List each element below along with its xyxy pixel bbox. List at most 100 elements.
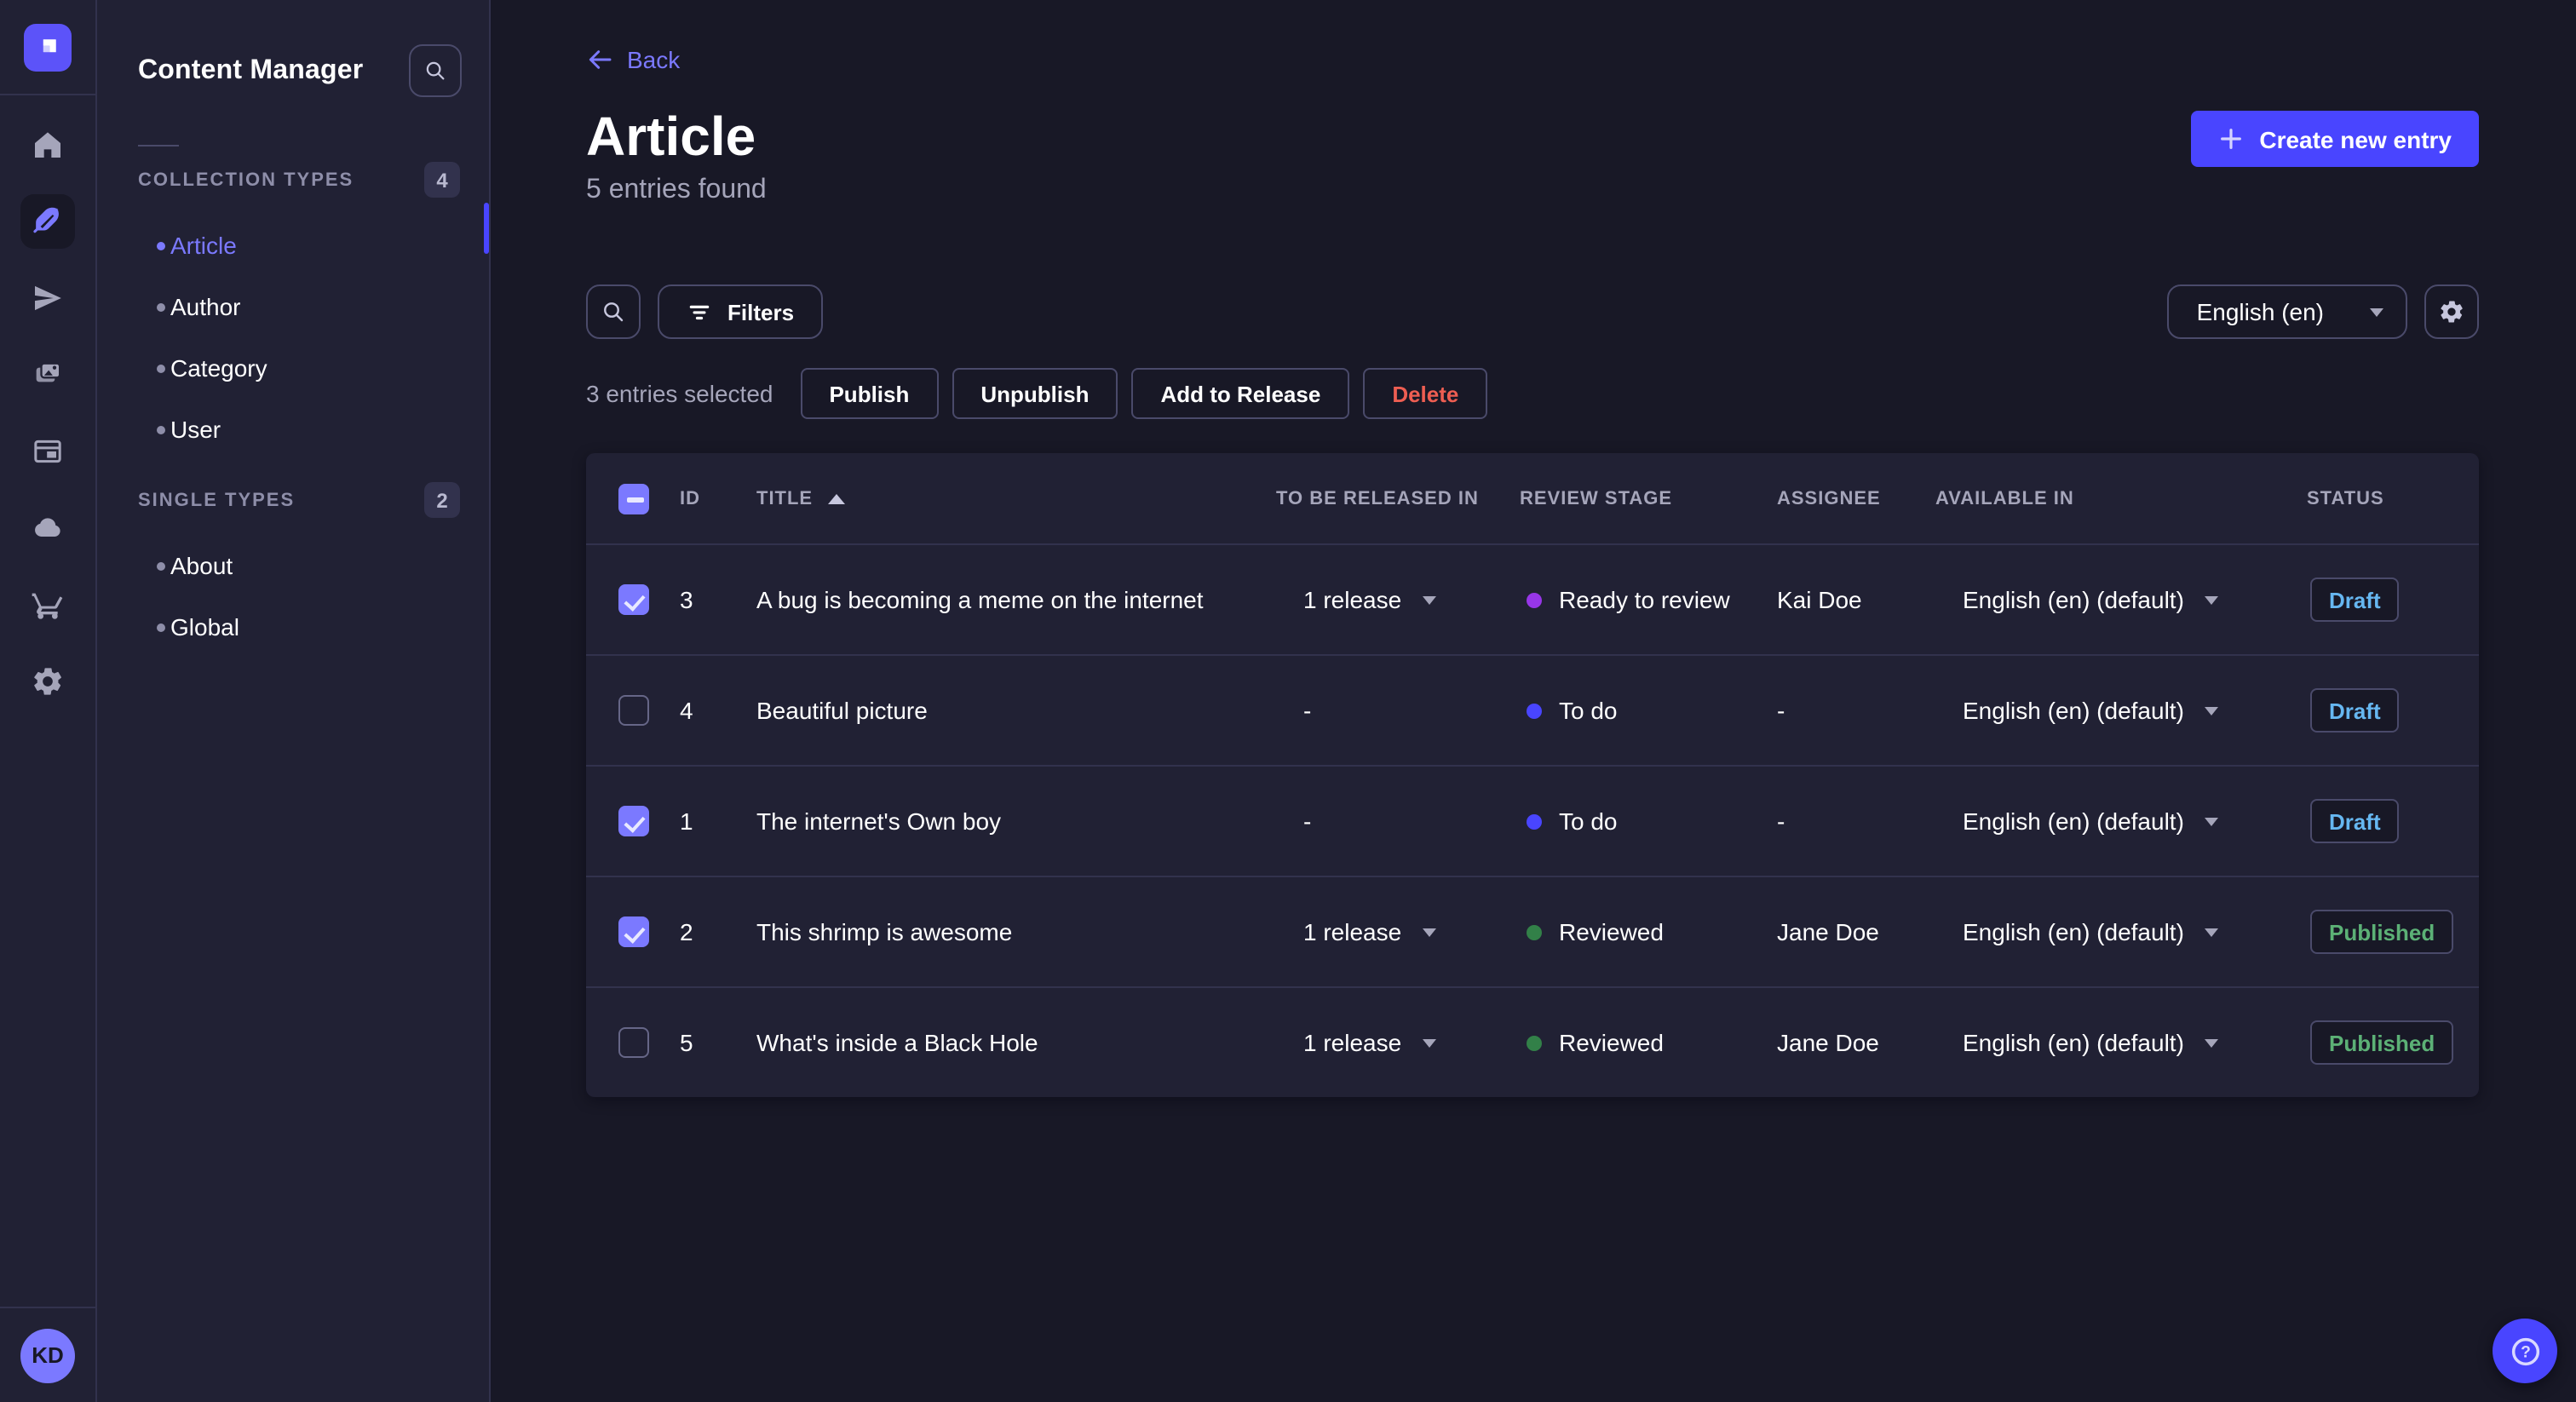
strapi-logo[interactable] [0,0,95,95]
subnav-item-article[interactable]: Article [97,215,489,276]
cell-status: Draft [2307,688,2479,733]
cell-id: 5 [680,1029,693,1056]
bullet-icon [157,561,165,570]
shopping-cart-icon [32,593,63,619]
rail-items [0,95,95,709]
section-label: COLLECTION TYPES [138,170,354,190]
cell-review-stage: Reviewed [1520,1029,1777,1056]
cell-released-in[interactable]: 1 release [1276,918,1520,945]
chevron-down-icon [2204,1038,2218,1047]
cell-id: 3 [680,586,693,613]
filter-icon [689,304,710,319]
arrow-left-icon [589,50,612,69]
cell-locale[interactable]: English (en) (default) [1935,586,2307,613]
entries-count: 5 entries found [586,175,767,204]
status-badge: Published [2310,910,2454,954]
nav-cloud[interactable] [20,501,75,555]
cell-assignee: - [1777,807,1785,835]
stage-dot [1527,703,1542,718]
unpublish-button[interactable]: Unpublish [952,368,1118,419]
subnav-item-author[interactable]: Author [97,276,489,337]
create-entry-button[interactable]: Create new entry [2191,111,2479,167]
cell-review-stage: To do [1520,697,1777,724]
nav-marketplace[interactable] [20,577,75,632]
gear-icon [2441,301,2463,323]
select-all-checkbox[interactable] [618,483,648,514]
status-badge: Published [2310,1020,2454,1065]
cell-locale[interactable]: English (en) (default) [1935,697,2307,724]
status-badge: Draft [2310,688,2400,733]
chevron-down-icon [2204,817,2218,825]
filters-button[interactable]: Filters [658,284,824,339]
nav-content-type-builder[interactable] [20,424,75,479]
table-row[interactable]: 4 Beautiful picture - To do - English (e… [586,654,2479,765]
nav-media-library[interactable] [20,348,75,402]
nav-content-manager[interactable] [20,194,75,249]
section-count-badge: 2 [424,482,460,518]
column-header-title[interactable]: TITLE [756,488,1276,509]
view-settings-button[interactable] [2424,284,2479,339]
cell-released-in: - [1303,697,1312,724]
entries-table: ID TITLE TO BE RELEASED IN REVIEW STAGE … [586,453,2479,1097]
help-button[interactable]: ? [2493,1319,2557,1383]
column-header-available-in: AVAILABLE IN [1935,488,2074,509]
search-button[interactable] [586,284,641,339]
publish-button[interactable]: Publish [800,368,939,419]
plus-icon [2221,129,2242,149]
chevron-down-icon [2370,307,2383,316]
svg-text:?: ? [2520,1343,2530,1361]
cell-id: 1 [680,807,693,835]
cell-locale[interactable]: English (en) (default) [1935,1029,2307,1056]
column-header-status: STATUS [2307,488,2384,509]
page-title: Article [586,106,756,167]
chevron-down-icon [2204,928,2218,936]
table-row[interactable]: 2 This shrimp is awesome 1 release Revie… [586,876,2479,986]
scrollbar-thumb[interactable] [484,203,489,254]
cell-id: 4 [680,697,693,724]
column-header-id[interactable]: ID [680,488,756,509]
cell-review-stage: Reviewed [1520,918,1777,945]
row-checkbox[interactable] [618,584,648,615]
cell-released-in[interactable]: 1 release [1276,1029,1520,1056]
nav-settings[interactable] [20,654,75,709]
nav-releases[interactable] [20,271,75,325]
table-row[interactable]: 5 What's inside a Black Hole 1 release R… [586,986,2479,1097]
paper-plane-icon [35,285,61,311]
back-link[interactable]: Back [586,46,680,73]
user-avatar[interactable]: KD [20,1328,75,1382]
table-row[interactable]: 3 A bug is becoming a meme on the intern… [586,543,2479,654]
chevron-down-icon [1422,928,1436,936]
subnav-item-about[interactable]: About [97,535,489,596]
main-nav-rail: KD [0,0,97,1402]
row-checkbox[interactable] [618,695,648,726]
row-checkbox[interactable] [618,916,648,947]
row-checkbox[interactable] [618,806,648,836]
cell-released-in: - [1303,807,1312,835]
collection-types-section: COLLECTION TYPES 4 Article Author Catego… [97,162,489,460]
subnav-title: Content Manager [138,55,364,84]
cell-locale[interactable]: English (en) (default) [1935,918,2307,945]
subnav-item-global[interactable]: Global [97,596,489,658]
delete-button[interactable]: Delete [1363,368,1488,419]
bullet-icon [157,302,165,311]
cell-locale[interactable]: English (en) (default) [1935,807,2307,835]
toolbar: Filters English (en) [586,284,2479,339]
cell-title: Beautiful picture [756,697,928,724]
page-heading: Article 5 entries found [586,107,767,206]
table-header-row: ID TITLE TO BE RELEASED IN REVIEW STAGE … [586,453,2479,543]
locale-select[interactable]: English (en) [2167,284,2407,339]
sort-ascending-icon [828,493,846,503]
subnav-item-user[interactable]: User [97,399,489,460]
chevron-down-icon [2204,595,2218,604]
row-checkbox[interactable] [618,1027,648,1058]
cell-assignee: Jane Doe [1777,918,1879,945]
subnav-item-category[interactable]: Category [97,337,489,399]
add-to-release-button[interactable]: Add to Release [1131,368,1350,419]
subnav-search-button[interactable] [409,44,462,97]
single-types-section: SINGLE TYPES 2 About Global [97,482,489,658]
nav-home[interactable] [20,118,75,172]
table-row[interactable]: 1 The internet's Own boy - To do - Engli… [586,765,2479,876]
cell-released-in[interactable]: 1 release [1276,586,1520,613]
app-root: KD Content Manager COLLECTION TYPES 4 Ar… [0,0,2576,1402]
content-manager-subnav: Content Manager COLLECTION TYPES 4 Artic… [97,0,491,1402]
